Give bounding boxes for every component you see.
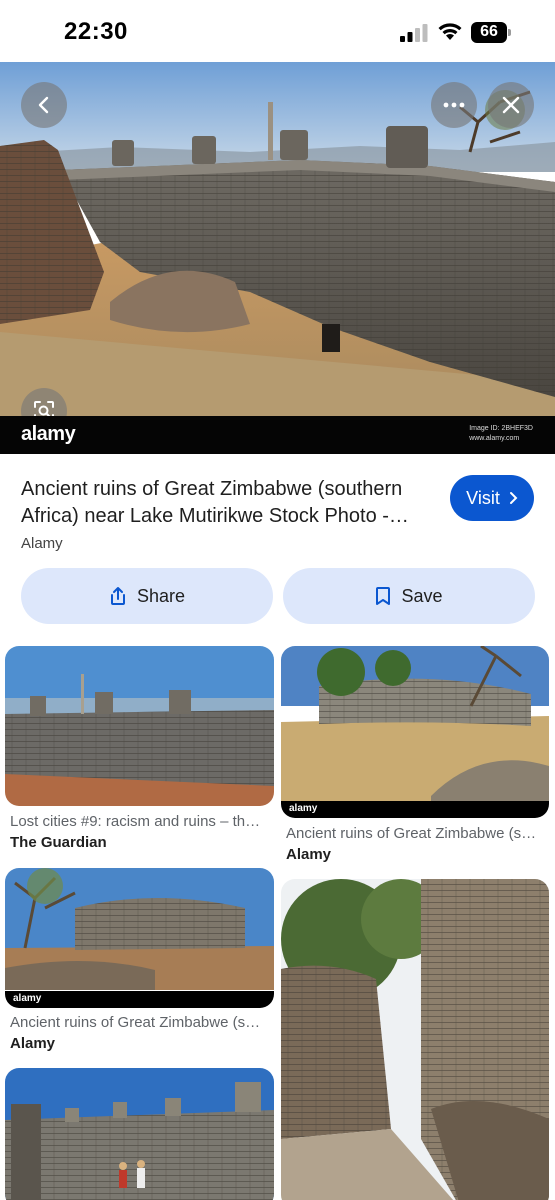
related-source: Alamy: [10, 1035, 56, 1052]
close-icon: [502, 96, 520, 114]
related-image-alamy-2[interactable]: alamy: [5, 868, 274, 1008]
status-time: 22:30: [64, 18, 128, 45]
close-button[interactable]: [488, 82, 534, 128]
share-button[interactable]: Share: [21, 568, 273, 624]
more-options-button[interactable]: [431, 82, 477, 128]
related-photo: [281, 646, 549, 801]
chevron-right-icon: [509, 492, 518, 504]
result-title[interactable]: Ancient ruins of Great Zimbabwe (souther…: [21, 476, 441, 530]
save-button[interactable]: Save: [283, 568, 535, 624]
bookmark-icon: [376, 587, 391, 605]
related-caption: Ancient ruins of Great Zimbabwe (souther…: [286, 825, 540, 842]
related-source: Alamy: [286, 846, 332, 863]
related-photo: [5, 1068, 274, 1200]
share-icon: [110, 587, 125, 605]
great-zimbabwe-photo: [0, 62, 555, 416]
related-image-passage[interactable]: [281, 879, 549, 1200]
battery-icon: 66: [471, 22, 511, 43]
save-label: Save: [401, 585, 443, 606]
share-label: Share: [136, 585, 186, 606]
image-id-block: Image ID: 2BHEF3D www.alamy.com: [469, 424, 533, 444]
visit-label: Visit: [466, 487, 500, 508]
result-source: Alamy: [21, 535, 63, 552]
related-image-people[interactable]: [5, 1068, 274, 1200]
wifi-icon: [438, 23, 462, 40]
alamy-logo: alamy: [21, 423, 76, 445]
image-id: Image ID: 2BHEF3D: [469, 425, 533, 432]
related-image-alamy-1[interactable]: alamy: [281, 646, 549, 818]
back-button[interactable]: [21, 82, 67, 128]
hero-image[interactable]: [0, 62, 555, 454]
alamy-watermark: alamy: [281, 801, 549, 818]
more-horizontal-icon: [443, 102, 465, 108]
watermark-bar: alamy Image ID: 2BHEF3D www.alamy.com: [0, 416, 555, 454]
status-bar: 22:30 66: [0, 0, 555, 62]
related-source: The Guardian: [10, 834, 107, 851]
related-caption: Ancient ruins of Great Zimbabwe (souther…: [10, 1014, 266, 1031]
visit-button[interactable]: Visit: [450, 475, 534, 521]
signal-icon: [400, 24, 428, 42]
alamy-watermark: alamy: [5, 991, 274, 1008]
battery-level: 66: [480, 23, 498, 40]
related-photo: [5, 868, 274, 990]
related-photo: [5, 646, 274, 806]
related-caption: Lost cities #9: racism and ruins – the p…: [10, 813, 268, 830]
related-image-guardian[interactable]: [5, 646, 274, 806]
related-photo: [281, 879, 549, 1200]
chevron-left-icon: [38, 96, 49, 114]
image-site: www.alamy.com: [469, 435, 520, 442]
